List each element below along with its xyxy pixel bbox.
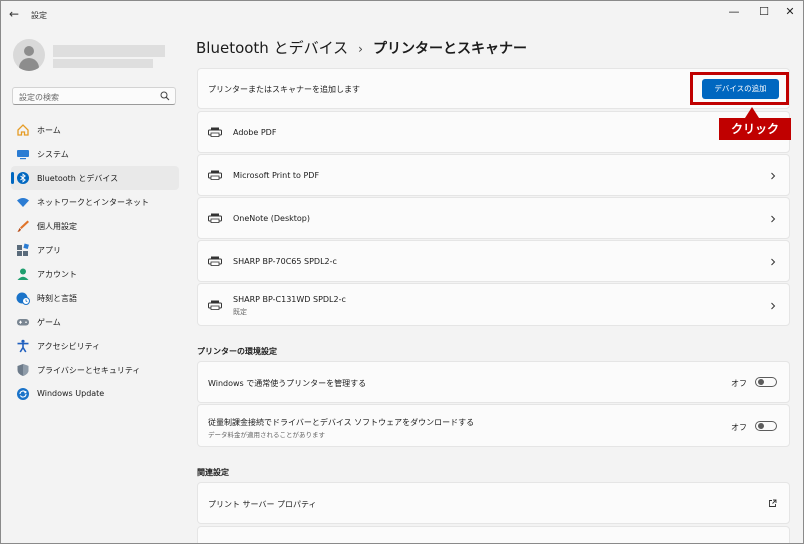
chevron-right-icon (771, 302, 776, 310)
sidebar-item-accessibility[interactable]: アクセシビリティ (11, 334, 179, 358)
printer-icon (208, 213, 222, 223)
add-printer-label: プリンターまたはスキャナーを追加します (208, 85, 360, 94)
printer-name: OneNote (Desktop) (233, 214, 311, 223)
sidebar-item-label: Windows Update (37, 389, 105, 398)
active-indicator (11, 172, 14, 184)
accessibility-icon (17, 339, 29, 353)
wifi-icon (17, 198, 29, 207)
sidebar-item-home[interactable]: ホーム (11, 118, 179, 142)
close-button[interactable]: ✕ (777, 5, 803, 19)
sidebar-item-system[interactable]: システム (11, 142, 179, 166)
back-button[interactable]: ← (9, 7, 19, 21)
maximize-button[interactable]: ☐ (751, 5, 777, 19)
related-row-print-server[interactable]: プリント サーバー プロパティ (197, 482, 790, 524)
home-icon (17, 124, 29, 136)
user-email-redacted (53, 59, 153, 68)
monitor-icon (17, 150, 29, 160)
chevron-right-icon (771, 172, 776, 180)
user-name-redacted (53, 45, 165, 57)
search-box[interactable]: 設定の検索 (12, 87, 176, 105)
search-icon (160, 91, 170, 101)
bluetooth-icon (17, 172, 29, 184)
sidebar-item-label: アクセシビリティ (37, 342, 101, 351)
breadcrumb-parent[interactable]: Bluetooth とデバイス (196, 39, 348, 57)
chevron-right-icon (771, 258, 776, 266)
pref-label: 従量制課金接続でドライバーとデバイス ソフトウェアをダウンロードする (208, 418, 475, 427)
sidebar-item-label: プライバシーとセキュリティ (37, 366, 141, 375)
gamepad-icon (17, 319, 29, 326)
printer-icon (208, 127, 222, 137)
shield-icon (17, 364, 29, 376)
pref-row-manage-default[interactable]: Windows で通常使うプリンターを管理する オフ (197, 361, 790, 403)
apps-icon (17, 243, 29, 256)
printer-row-sharp-bp-c131wd[interactable]: SHARP BP-C131WD SPDL2-c 既定 (197, 283, 790, 326)
brush-icon (17, 220, 29, 232)
related-label: プリント サーバー プロパティ (208, 500, 317, 509)
related-row-partial[interactable] (197, 526, 790, 543)
sidebar-item-label: 時刻と言語 (37, 294, 77, 303)
pref-row-metered-download[interactable]: 従量制課金接続でドライバーとデバイス ソフトウェアをダウンロードする データ料金… (197, 404, 790, 447)
metered-download-toggle[interactable] (755, 421, 777, 431)
sidebar-item-gaming[interactable]: ゲーム (11, 310, 179, 334)
update-icon (17, 388, 29, 400)
pref-label: Windows で通常使うプリンターを管理する (208, 379, 367, 388)
sidebar-item-label: システム (37, 150, 69, 159)
sidebar-item-network[interactable]: ネットワークとインターネット (11, 190, 179, 214)
page-title: プリンターとスキャナー (372, 41, 527, 57)
printer-status: 既定 (233, 308, 247, 316)
printer-row-sharp-bp-70c65[interactable]: SHARP BP-70C65 SPDL2-c (197, 240, 790, 282)
title-bar: ← 設定 — ☐ ✕ (1, 1, 803, 31)
printer-preferences-heading: プリンターの環境設定 (197, 347, 277, 356)
settings-window: ← 設定 — ☐ ✕ 設定の検索 ホーム システム Bluetooth とデバイ… (0, 0, 804, 544)
globe-clock-icon (16, 292, 30, 305)
highlight-box (690, 72, 789, 105)
chevron-right-icon (771, 215, 776, 223)
sidebar-item-windows-update[interactable]: Windows Update (11, 382, 179, 406)
minimize-button[interactable]: — (721, 5, 747, 19)
sidebar-item-personalization[interactable]: 個人用設定 (11, 214, 179, 238)
callout-pointer (745, 107, 759, 118)
sidebar-item-time-language[interactable]: 時刻と言語 (11, 286, 179, 310)
printer-icon (208, 256, 222, 266)
printer-name: Microsoft Print to PDF (233, 171, 320, 180)
app-title: 設定 (31, 11, 47, 20)
printer-row-onenote[interactable]: OneNote (Desktop) (197, 197, 790, 239)
sidebar-item-bluetooth-devices[interactable]: Bluetooth とデバイス (11, 166, 179, 190)
sidebar-item-privacy-security[interactable]: プライバシーとセキュリティ (11, 358, 179, 382)
sidebar-item-label: 個人用設定 (37, 222, 77, 231)
breadcrumb: Bluetooth とデバイス › プリンターとスキャナー (196, 37, 527, 58)
printer-row-adobe-pdf[interactable]: Adobe PDF (197, 111, 790, 153)
toggle-state-label: オフ (731, 423, 747, 432)
person-icon (17, 268, 29, 280)
printer-name: SHARP BP-C131WD SPDL2-c (233, 295, 346, 304)
sidebar-item-label: ネットワークとインターネット (37, 198, 149, 207)
search-input[interactable]: 設定の検索 (19, 92, 59, 103)
related-settings-heading: 関連設定 (197, 468, 229, 477)
avatar (13, 39, 45, 71)
sidebar-item-apps[interactable]: アプリ (11, 238, 179, 262)
printer-row-microsoft-print-to-pdf[interactable]: Microsoft Print to PDF (197, 154, 790, 196)
sidebar-item-label: アカウント (37, 270, 77, 279)
toggle-state-label: オフ (731, 379, 747, 388)
pref-description: データ料金が適用されることがあります (208, 431, 325, 439)
printer-icon (208, 300, 222, 310)
click-callout: クリック (719, 118, 791, 140)
manage-default-toggle[interactable] (755, 377, 777, 387)
sidebar-nav: ホーム システム Bluetooth とデバイス ネットワークとインターネット … (11, 118, 179, 406)
sidebar-item-accounts[interactable]: アカウント (11, 262, 179, 286)
sidebar-item-label: アプリ (37, 246, 61, 255)
breadcrumb-separator: › (358, 42, 363, 56)
sidebar-item-label: ゲーム (37, 318, 61, 327)
sidebar-item-label: Bluetooth とデバイス (37, 174, 119, 183)
printer-icon (208, 170, 222, 180)
external-link-icon (769, 499, 777, 507)
printer-name: SHARP BP-70C65 SPDL2-c (233, 257, 337, 266)
sidebar-item-label: ホーム (37, 126, 61, 135)
printer-name: Adobe PDF (233, 128, 277, 137)
